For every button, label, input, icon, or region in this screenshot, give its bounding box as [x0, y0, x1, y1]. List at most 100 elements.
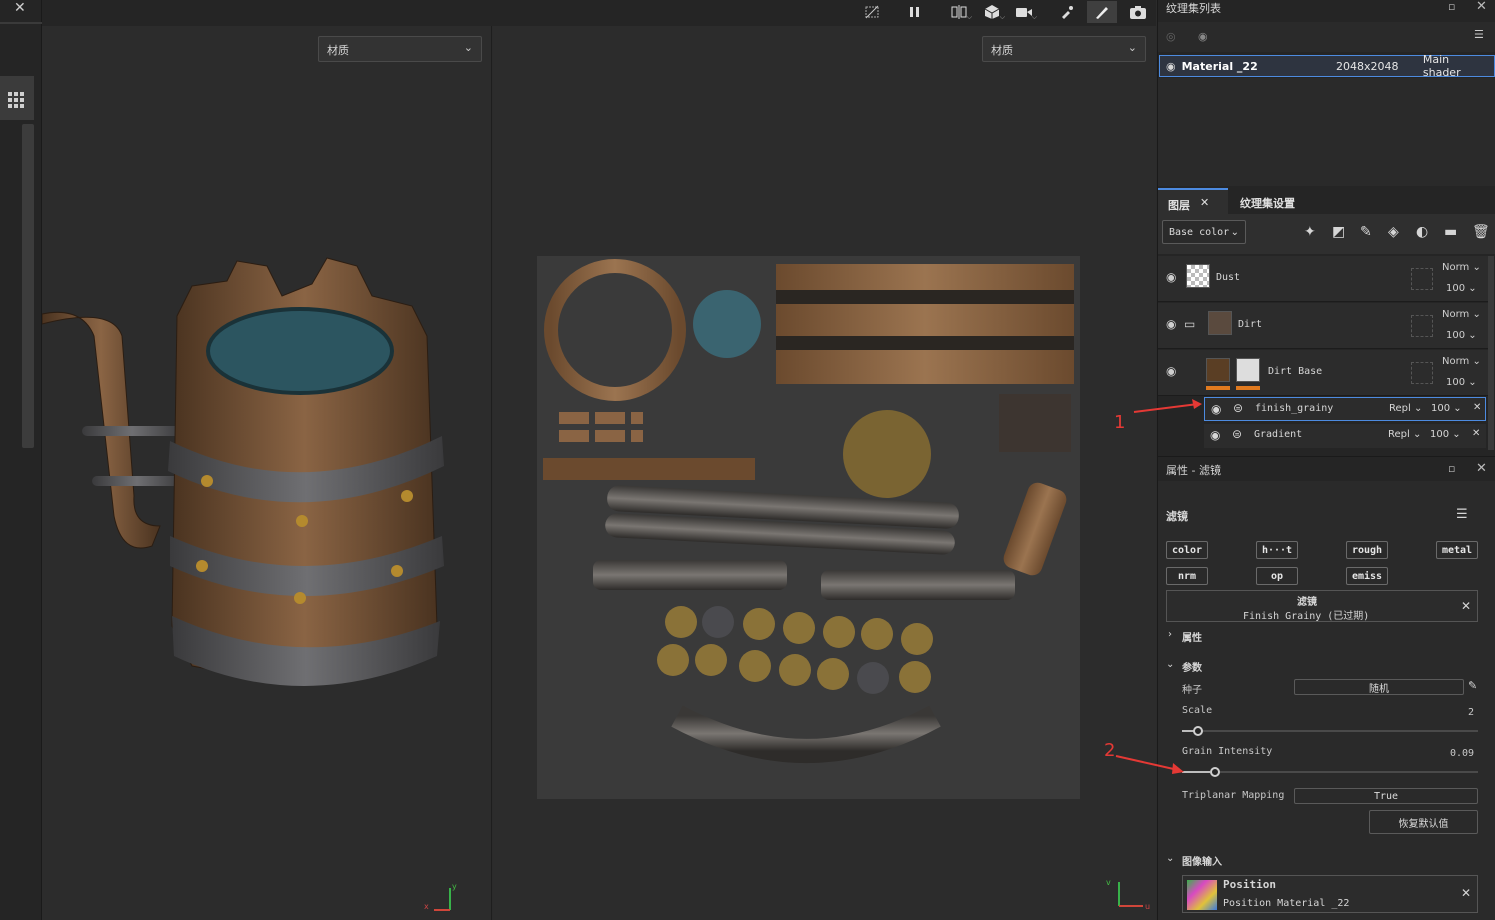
tab-texture-set-settings[interactable]: 纹理集设置: [1230, 188, 1330, 214]
menu-icon[interactable]: ☰: [1474, 28, 1484, 41]
opacity[interactable]: 100 ⌄: [1430, 429, 1461, 440]
brush-settings-icon[interactable]: [1052, 1, 1082, 23]
effect-row-selected[interactable]: ◉ ⊜ finish_grainy Repl ⌄ 100 ⌄ ✕: [1204, 397, 1486, 421]
close-icon[interactable]: ✕: [14, 0, 26, 16]
hide-icon[interactable]: [857, 1, 887, 23]
brush-icon[interactable]: ✎: [1360, 224, 1372, 240]
annotation-number-2: 2: [1104, 740, 1116, 761]
eye-icon[interactable]: ◉: [1198, 30, 1208, 43]
eye-icon[interactable]: ◉: [1166, 317, 1176, 331]
annotation-number-1: 1: [1114, 412, 1126, 433]
blend-mode[interactable]: Norm ⌄: [1442, 262, 1481, 273]
grid-icon[interactable]: [0, 76, 34, 120]
right-panel: 纹理集列表 ▫ ✕ ◎ ◉ ☰ ◉ Material _22 2048x2048…: [1157, 0, 1495, 920]
eye-icon[interactable]: ◉: [1211, 402, 1221, 416]
seed-button[interactable]: 随机: [1294, 679, 1464, 695]
chevron-down-icon[interactable]: ⌄: [1166, 659, 1174, 670]
close-icon[interactable]: ✕: [1473, 402, 1481, 413]
layers-scrollbar[interactable]: [1488, 256, 1494, 450]
filter-icon: ⊜: [1232, 427, 1243, 441]
fill-icon[interactable]: ◈: [1388, 224, 1399, 240]
magic-wand-icon[interactable]: ✦: [1304, 224, 1316, 240]
opacity[interactable]: 100 ⌄: [1446, 330, 1477, 341]
effect-row[interactable]: ◉ ⊜ Gradient Repl ⌄ 100 ⌄ ✕: [1204, 424, 1486, 448]
layer-row[interactable]: ◉ Dirt Base Norm ⌄ 100 ⌄: [1158, 350, 1488, 396]
eye-icon[interactable]: ◉: [1210, 428, 1220, 442]
split-icon[interactable]: ⌵: [944, 1, 974, 23]
chevron-right-icon[interactable]: ›: [1168, 629, 1172, 640]
image-input-slot[interactable]: Position Position Material _22 ✕: [1182, 875, 1478, 913]
chevron-down-icon: ⌄: [463, 41, 473, 54]
channel-chip-emiss[interactable]: emiss: [1346, 567, 1388, 585]
camera-video-icon[interactable]: ⌵: [1009, 1, 1039, 23]
folder-icon[interactable]: ▭: [1184, 317, 1195, 331]
scale-label: Scale: [1182, 705, 1213, 716]
grain-slider-track[interactable]: [1182, 771, 1478, 773]
filter-slot-title: 滤镜: [1297, 597, 1317, 608]
image-input-group[interactable]: 图像输入: [1182, 853, 1222, 868]
channel-chip-rough[interactable]: rough: [1346, 541, 1388, 559]
group-attributes[interactable]: 属性: [1182, 629, 1202, 644]
tab-layers[interactable]: 图层 ✕: [1158, 188, 1228, 214]
trash-icon[interactable]: 🗑: [1472, 224, 1490, 240]
chevron-down-icon: ⌄: [1127, 41, 1137, 54]
texture-set-list-body: [1158, 78, 1495, 186]
scale-slider-knob[interactable]: [1193, 726, 1203, 736]
opacity[interactable]: 100 ⌄: [1446, 377, 1477, 388]
layer-row[interactable]: ◉ Dust Norm ⌄ 100 ⌄: [1158, 256, 1488, 302]
add-mask-icon[interactable]: ◩: [1332, 224, 1345, 240]
texture-set-row[interactable]: ◉ Material _22 2048x2048 Main shader: [1159, 53, 1495, 79]
image-input-title: Position: [1223, 878, 1276, 891]
material-select-3d[interactable]: 材质 ⌄: [318, 36, 482, 62]
texture-set-shader: Main shader: [1422, 53, 1461, 79]
close-icon[interactable]: ✕: [1472, 428, 1480, 439]
close-icon[interactable]: ✕: [1200, 196, 1209, 209]
layer-name: Dust: [1216, 272, 1241, 283]
screenshot-icon[interactable]: [1123, 1, 1153, 23]
scale-slider-track[interactable]: [1182, 730, 1478, 732]
eye-icon[interactable]: ◉: [1166, 364, 1176, 378]
grain-slider-knob[interactable]: [1210, 767, 1220, 777]
blend-mode[interactable]: Norm ⌄: [1442, 309, 1481, 320]
close-icon[interactable]: ✕: [1476, 461, 1487, 476]
maximize-icon[interactable]: ▫: [1448, 462, 1455, 475]
blend-mode[interactable]: Repl ⌄: [1389, 403, 1422, 414]
close-icon[interactable]: ✕: [1461, 599, 1471, 613]
eye-icon[interactable]: ◉: [1166, 270, 1176, 284]
blend-mode[interactable]: Norm ⌄: [1442, 356, 1481, 367]
cube-icon[interactable]: ⌵: [977, 1, 1007, 23]
opacity[interactable]: 100 ⌄: [1446, 283, 1477, 294]
layers-toolbar: Base color ⌄ ✦ ◩ ✎ ◈ ◐ ▬ 🗑: [1158, 214, 1495, 254]
maximize-icon[interactable]: ▫: [1448, 0, 1455, 13]
chevron-down-icon[interactable]: ⌄: [1166, 853, 1174, 864]
opacity[interactable]: 100 ⌄: [1431, 403, 1462, 414]
menu-icon[interactable]: ☰: [1456, 507, 1468, 522]
edit-icon[interactable]: ✎: [1468, 679, 1477, 692]
viewport-3d[interactable]: 材质 ⌄ x y: [42, 26, 492, 920]
left-scrollbar[interactable]: [22, 124, 34, 448]
folder-icon[interactable]: ▬: [1444, 224, 1457, 240]
paint-brush-icon[interactable]: [1087, 1, 1117, 23]
pause-icon[interactable]: [900, 1, 930, 23]
effect-name: Gradient: [1254, 429, 1303, 440]
channel-chip-nrm[interactable]: nrm: [1166, 567, 1208, 585]
material-select-2d[interactable]: 材质 ⌄: [982, 36, 1146, 62]
triplanar-toggle[interactable]: True: [1294, 788, 1478, 804]
filter-slot[interactable]: 滤镜 Finish Grainy (已过期) ✕: [1166, 590, 1478, 622]
blend-mode[interactable]: Repl ⌄: [1388, 429, 1421, 440]
viewport-2d[interactable]: 材质 ⌄ v u: [493, 26, 1156, 920]
hide-all-icon[interactable]: ◎: [1166, 30, 1176, 43]
close-icon[interactable]: ✕: [1476, 0, 1487, 14]
effect-name: finish_grainy: [1255, 403, 1334, 414]
smart-material-icon[interactable]: ◐: [1416, 224, 1428, 240]
channel-chip-height[interactable]: h···t: [1256, 541, 1298, 559]
group-parameters[interactable]: 参数: [1182, 659, 1202, 674]
channel-chip-op[interactable]: op: [1256, 567, 1298, 585]
layer-row[interactable]: ◉ ▭ Dirt Norm ⌄ 100 ⌄: [1158, 303, 1488, 349]
channel-chip-color[interactable]: color: [1166, 541, 1208, 559]
eye-icon[interactable]: ◉: [1166, 60, 1176, 73]
close-icon[interactable]: ✕: [1461, 886, 1471, 900]
channel-chip-metal[interactable]: metal: [1436, 541, 1478, 559]
reset-defaults-button[interactable]: 恢复默认值: [1369, 810, 1478, 834]
channel-select[interactable]: Base color ⌄: [1162, 220, 1246, 244]
